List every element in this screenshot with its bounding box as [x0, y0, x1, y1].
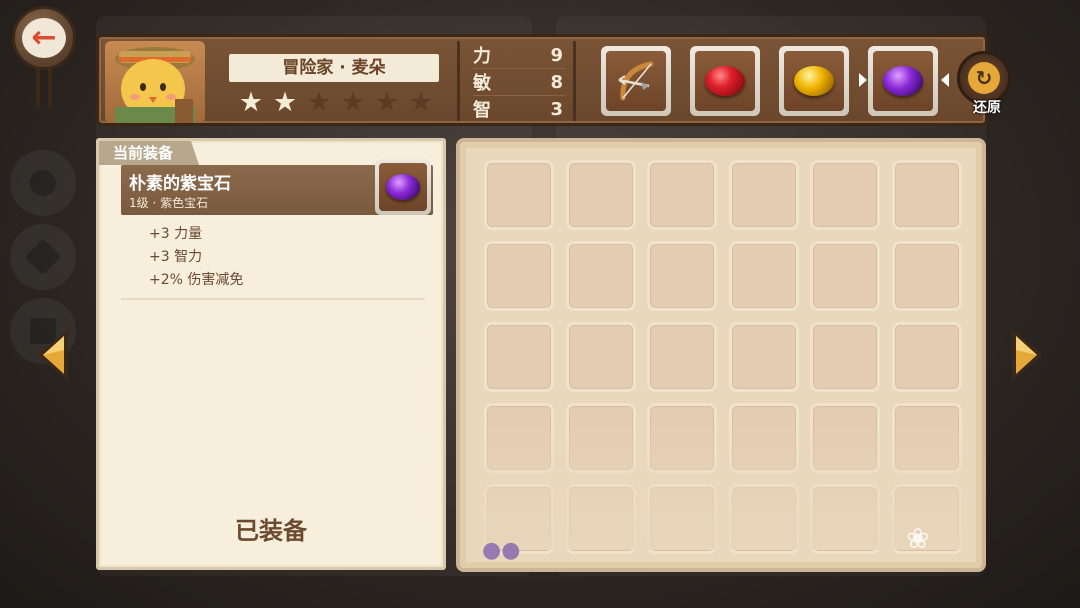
inventory-slot[interactable]: [647, 484, 717, 554]
inventory-slot[interactable]: [647, 322, 717, 392]
inventory-slot[interactable]: [647, 241, 717, 311]
inventory-slot[interactable]: [728, 241, 799, 311]
inventory-slot[interactable]: [891, 322, 962, 392]
character-name: 冒险家 · 麦朵: [229, 54, 439, 82]
stat-label: 敏: [473, 73, 491, 94]
inventory-slot[interactable]: [484, 241, 554, 311]
stat-intelligence: 智 3: [473, 97, 563, 122]
attribute-divider: [121, 298, 425, 300]
inventory-slot[interactable]: [891, 160, 962, 230]
right-arrow-icon[interactable]: [1008, 326, 1048, 384]
inventory-slot[interactable]: [810, 484, 880, 554]
restore-label[interactable]: 还原: [957, 97, 1017, 117]
inventory-slot[interactable]: [484, 322, 554, 392]
side-menu-button[interactable]: [10, 224, 76, 290]
back-button-leg: [48, 68, 52, 108]
star-icon: ★: [374, 87, 400, 118]
stat-value: 3: [550, 98, 563, 120]
inventory-slot[interactable]: [565, 484, 636, 554]
inventory-slot[interactable]: [647, 403, 717, 473]
inventory-slot[interactable]: [891, 403, 962, 473]
side-menu-button[interactable]: [10, 150, 76, 216]
inventory-slot[interactable]: [728, 160, 799, 230]
inventory-slot[interactable]: [728, 484, 799, 554]
inventory-slot[interactable]: [810, 160, 880, 230]
gem-slot-purple[interactable]: [868, 46, 938, 116]
inventory-slot[interactable]: [484, 403, 554, 473]
character-avatar-icon: [115, 47, 195, 123]
inventory-slot[interactable]: [810, 403, 880, 473]
header-divider: [573, 41, 576, 121]
purple-gem-icon: [883, 66, 923, 96]
attribute-line: +3 力量: [149, 226, 203, 242]
inventory-slot[interactable]: [565, 241, 636, 311]
purple-gem-icon: [386, 174, 420, 200]
leaf-decoration-icon: ❀: [906, 522, 930, 555]
header-divider: [457, 41, 460, 121]
selection-marker-right: [941, 73, 949, 87]
inventory-slot[interactable]: [728, 322, 799, 392]
item-name: 朴素的紫宝石: [129, 174, 231, 194]
inventory-slot[interactable]: [647, 160, 717, 230]
yellow-gem-icon: [794, 66, 834, 96]
back-button-leg: [36, 68, 40, 108]
star-icon: ★: [272, 87, 298, 118]
attribute-line: +3 智力: [149, 249, 203, 265]
weapon-slot[interactable]: [601, 46, 671, 116]
gem-slot-red[interactable]: [690, 46, 760, 116]
current-equipment-panel: 当前装备 朴素的紫宝石 1级 · 紫色宝石 +3 力量 +3 智力 +2% 伤害…: [96, 138, 446, 570]
inventory-slot[interactable]: [891, 241, 962, 311]
star-icon: ★: [340, 87, 366, 118]
inventory-slot[interactable]: [565, 322, 636, 392]
stat-label: 智: [473, 100, 491, 121]
inventory-slot[interactable]: [565, 160, 636, 230]
inventory-slot[interactable]: [728, 403, 799, 473]
back-button[interactable]: ←: [6, 0, 82, 112]
stat-strength: 力 9: [473, 43, 565, 69]
star-rating: ★ ★ ★ ★ ★ ★: [237, 89, 435, 117]
red-gem-icon: [705, 66, 745, 96]
stat-value: 9: [550, 44, 563, 66]
character-header: 冒险家 · 麦朵 ★ ★ ★ ★ ★ ★ 力 9 敏 8 智 3 ↻ 还原: [96, 34, 1011, 126]
stat-value: 8: [550, 71, 563, 93]
stat-label: 力: [473, 46, 491, 67]
gem-slot-yellow[interactable]: [779, 46, 849, 116]
star-icon: ★: [408, 87, 434, 118]
equipped-status: 已装备: [235, 517, 307, 545]
inventory-panel: ❀ ●●: [456, 138, 986, 572]
inventory-slot[interactable]: [810, 241, 880, 311]
stat-agility: 敏 8: [473, 70, 565, 96]
character-portrait[interactable]: [105, 41, 205, 123]
current-equipment-tab: 当前装备: [99, 141, 199, 165]
star-icon: ★: [238, 87, 264, 118]
left-arrow-icon[interactable]: [32, 326, 72, 384]
item-subtitle: 1级 · 紫色宝石: [129, 196, 209, 210]
back-arrow-icon: ←: [22, 18, 66, 58]
inventory-slot[interactable]: [810, 322, 880, 392]
attribute-line: +2% 伤害减免: [149, 272, 244, 288]
inventory-slot[interactable]: [484, 160, 554, 230]
berry-decoration-icon: ●●: [482, 538, 521, 563]
equipped-item-slot[interactable]: [375, 159, 431, 215]
restore-icon: ↻: [968, 62, 1000, 94]
inventory-slot[interactable]: [565, 403, 636, 473]
bow-icon: [618, 61, 654, 101]
star-icon: ★: [306, 87, 332, 118]
selection-marker-left: [859, 73, 867, 87]
